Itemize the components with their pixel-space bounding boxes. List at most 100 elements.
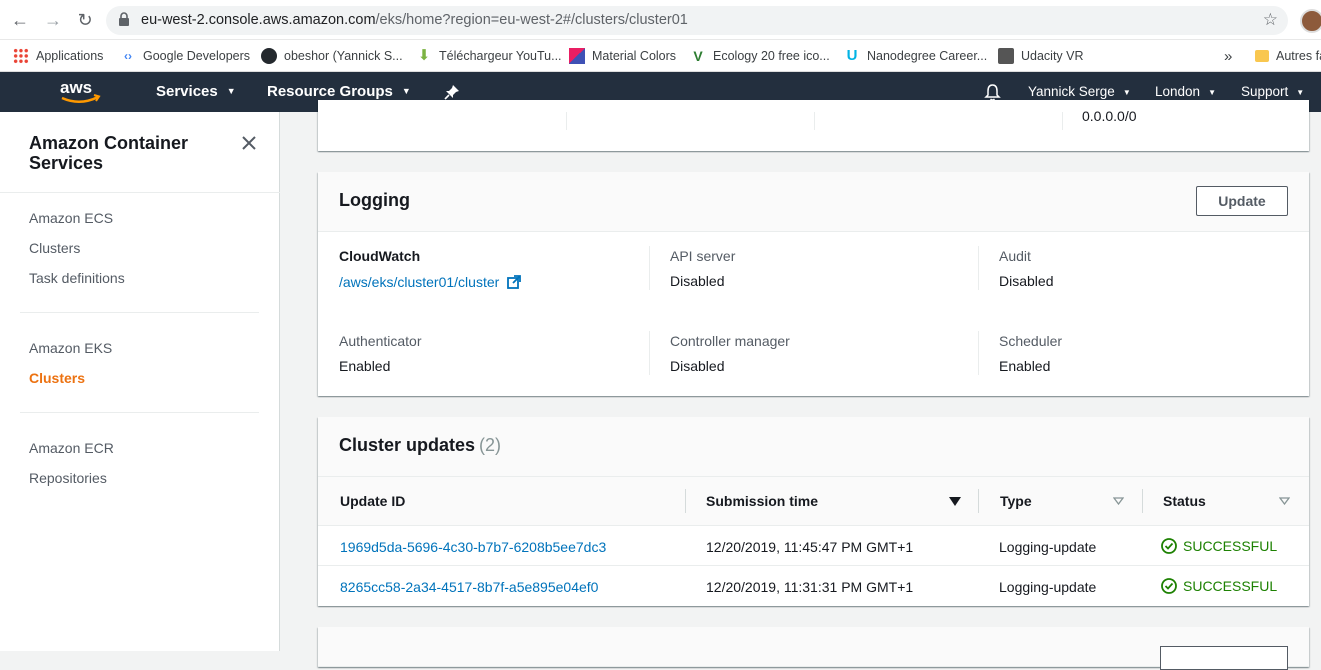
- chevron-down-icon: ▼: [401, 86, 411, 96]
- sidebar-item-amazon-ecs[interactable]: Amazon ECS: [29, 210, 113, 226]
- column-header-type[interactable]: Type: [1000, 493, 1032, 509]
- sidebar-item-repositories[interactable]: Repositories: [29, 470, 107, 486]
- sidebar-title: Amazon Container Services: [29, 133, 189, 173]
- cloudwatch-link-text: /aws/eks/cluster01/cluster: [339, 274, 500, 290]
- address-bar[interactable]: eu-west-2.console.aws.amazon.com/eks/hom…: [106, 6, 1288, 35]
- other-bookmarks-folder[interactable]: Autres fa: [1255, 46, 1321, 66]
- cluster-updates-title: Cluster updates (2): [339, 435, 501, 456]
- submission-time-cell: 12/20/2019, 11:45:47 PM GMT+1: [706, 539, 914, 555]
- update-count: (2): [479, 435, 502, 455]
- type-cell: Logging-update: [999, 579, 1097, 595]
- cloudwatch-log-group-link[interactable]: /aws/eks/cluster01/cluster: [339, 273, 522, 290]
- bookmark-label: Google Developers: [143, 49, 251, 63]
- chevron-down-icon: ▼: [1122, 88, 1131, 97]
- cluster-updates-header: Cluster updates (2): [318, 417, 1309, 477]
- back-arrow-icon[interactable]: ←: [9, 9, 31, 31]
- column-header-status[interactable]: Status: [1163, 493, 1206, 509]
- column-header-update-id[interactable]: Update ID: [340, 493, 405, 509]
- chevron-down-icon: ▼: [226, 86, 236, 96]
- sidebar-item-task-definitions[interactable]: Task definitions: [29, 270, 125, 286]
- column-separator: [978, 246, 979, 290]
- account-menu[interactable]: Yannick Serge ▼: [1028, 84, 1131, 99]
- support-menu[interactable]: Support ▼: [1241, 84, 1304, 99]
- bookmark-google-developers[interactable]: ‹› Google Developers: [120, 46, 250, 66]
- svg-text:aws: aws: [60, 78, 92, 97]
- resource-groups-menu[interactable]: Resource Groups ▼: [267, 83, 411, 100]
- networking-panel: 0.0.0.0/0: [318, 100, 1309, 151]
- folder-icon: [1255, 50, 1269, 62]
- row-divider: [318, 565, 1309, 566]
- browser-toolbar: ← → ↻ eu-west-2.console.aws.amazon.com/e…: [0, 0, 1321, 40]
- bookmark-star-icon[interactable]: ☆: [1263, 10, 1278, 30]
- sidebar-item-ecs-clusters[interactable]: Clusters: [29, 240, 80, 256]
- cluster-updates-title-text: Cluster updates: [339, 435, 476, 455]
- submission-time-cell: 12/20/2019, 11:31:31 PM GMT+1: [706, 579, 914, 595]
- bookmark-applications[interactable]: Applications: [13, 46, 103, 66]
- sort-icon[interactable]: [1113, 497, 1124, 505]
- column-separator: [566, 112, 567, 130]
- sidebar-item-amazon-ecr[interactable]: Amazon ECR: [29, 440, 114, 456]
- update-id-link[interactable]: 8265cc58-2a34-4517-8b7f-a5e895e04ef0: [340, 579, 598, 595]
- bookmark-label: Nanodegree Career...: [867, 49, 988, 63]
- update-logging-button[interactable]: Update: [1196, 186, 1288, 216]
- sidebar-item-amazon-eks[interactable]: Amazon EKS: [29, 340, 112, 356]
- bookmark-label: Ecology 20 free ico...: [713, 49, 830, 63]
- column-separator: [978, 331, 979, 375]
- logging-panel: Logging Update CloudWatch /aws/eks/clust…: [318, 172, 1309, 396]
- bookmark-material-colors[interactable]: Material Colors: [569, 46, 676, 66]
- cube-icon: [998, 48, 1014, 64]
- update-id-link[interactable]: 1969d5da-5696-4c30-b7b7-6208b5ee7dc3: [340, 539, 606, 555]
- check-circle-icon: [1161, 578, 1177, 594]
- controller-manager-value: Disabled: [670, 358, 725, 374]
- apps-grid-icon: [13, 48, 29, 64]
- column-separator: [649, 246, 650, 290]
- github-icon: [261, 48, 277, 64]
- download-arrow-icon: ⬇: [417, 47, 431, 64]
- column-separator: [685, 489, 686, 513]
- bell-icon[interactable]: [984, 83, 1001, 101]
- url-host: eu-west-2.console.aws.amazon.com: [141, 12, 376, 28]
- pin-icon[interactable]: [444, 84, 460, 100]
- google-developers-icon: ‹›: [124, 49, 132, 63]
- bookmark-udacity-vr[interactable]: Udacity VR: [998, 46, 1084, 66]
- region-menu[interactable]: London ▼: [1155, 84, 1216, 99]
- type-cell: Logging-update: [999, 539, 1097, 555]
- bookmarks-overflow-button[interactable]: »: [1224, 46, 1232, 66]
- bookmark-nanodegree[interactable]: U Nanodegree Career...: [844, 46, 988, 66]
- column-separator: [1142, 489, 1143, 513]
- ecology-icon: V: [693, 48, 703, 64]
- bookmark-github[interactable]: obeshor (Yannick S...: [261, 46, 403, 66]
- material-colors-icon: [569, 48, 585, 64]
- status-text: SUCCESSFUL: [1183, 538, 1278, 554]
- column-separator: [1062, 112, 1063, 130]
- api-server-label: API server: [670, 248, 736, 264]
- reload-icon[interactable]: ↻: [74, 9, 96, 31]
- status-text: SUCCESSFUL: [1183, 578, 1278, 594]
- manage-tags-button[interactable]: [1160, 646, 1288, 670]
- column-separator: [978, 489, 979, 513]
- sort-descending-icon[interactable]: [949, 497, 961, 506]
- column-header-submission-time[interactable]: Submission time: [706, 493, 818, 509]
- profile-avatar[interactable]: [1300, 9, 1321, 33]
- close-icon[interactable]: [240, 134, 258, 152]
- divider: [20, 412, 259, 413]
- bookmark-youtube-downloader[interactable]: ⬇ Téléchargeur YouTu...: [416, 46, 562, 66]
- aws-logo[interactable]: aws: [58, 78, 102, 106]
- tags-panel: [318, 627, 1309, 670]
- cluster-updates-panel: Cluster updates (2) Update ID Submission …: [318, 417, 1309, 606]
- controller-manager-label: Controller manager: [670, 333, 790, 349]
- sort-icon[interactable]: [1279, 497, 1290, 505]
- cloudwatch-label: CloudWatch: [339, 248, 421, 264]
- column-separator: [649, 331, 650, 375]
- authenticator-value: Enabled: [339, 358, 391, 374]
- udacity-icon: U: [846, 47, 858, 64]
- sidebar-item-eks-clusters[interactable]: Clusters: [29, 370, 85, 386]
- audit-label: Audit: [999, 248, 1031, 264]
- forward-arrow-icon[interactable]: →: [42, 9, 64, 31]
- logging-panel-header: Logging Update: [318, 172, 1309, 232]
- bookmark-ecology[interactable]: V Ecology 20 free ico...: [690, 46, 830, 66]
- services-menu[interactable]: Services ▼: [156, 83, 236, 100]
- divider: [20, 312, 259, 313]
- audit-value: Disabled: [999, 273, 1054, 289]
- bookmark-label: Material Colors: [592, 49, 677, 63]
